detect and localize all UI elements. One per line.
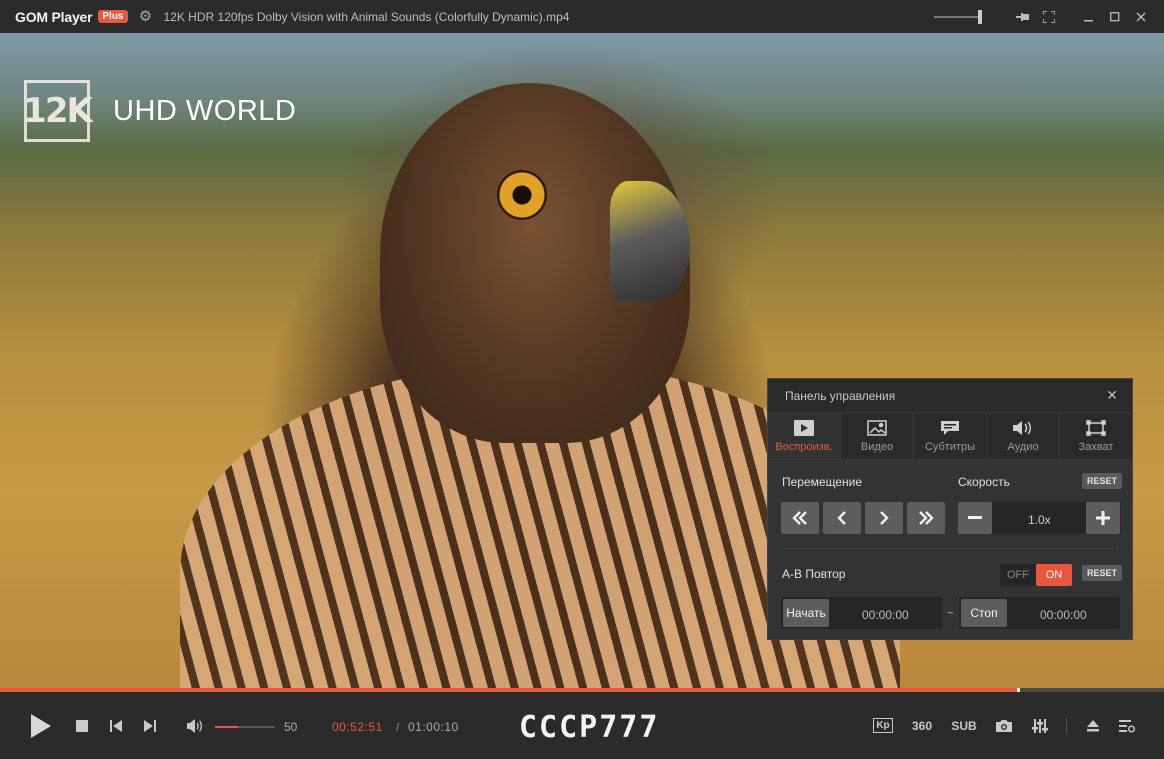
play-button[interactable] [26, 692, 56, 759]
opacity-slider[interactable] [934, 9, 982, 24]
image-icon [867, 419, 887, 438]
subtitles-button[interactable]: SUB [949, 692, 979, 759]
playlist-button[interactable] [1116, 692, 1138, 759]
stop-icon [76, 719, 88, 732]
volume-slider[interactable] [215, 726, 275, 728]
title-bar-controls [934, 0, 1164, 33]
subtitles-icon [940, 420, 960, 438]
skip-back-button[interactable] [823, 502, 861, 534]
skip-forward-button[interactable] [865, 502, 903, 534]
bottom-control-bar: 50 00:52:51 / 01:00:10 СССР777 Kp 360 SU… [0, 692, 1164, 759]
move-label: Перемещение [782, 475, 862, 489]
vr-360-button[interactable]: 360 [909, 692, 935, 759]
close-icon[interactable] [1128, 0, 1154, 33]
ab-range-tilde: ~ [947, 606, 955, 620]
control-panel-header: Панель управления ✕ [768, 379, 1132, 412]
volume-value: 50 [284, 720, 298, 734]
playlist-icon [1119, 719, 1135, 732]
bar-divider [1066, 718, 1067, 734]
eject-icon [1087, 719, 1099, 731]
speaker-icon [1012, 420, 1034, 438]
hawk-eye [497, 170, 547, 220]
ab-repeat-label: A-B Повтор [782, 567, 846, 581]
screenshot-button[interactable] [993, 692, 1015, 759]
tab-label: Видео [860, 440, 894, 453]
speaker-icon [187, 718, 203, 733]
tab-label: Аудио [1007, 440, 1039, 453]
speed-value: 1.0x [1028, 513, 1051, 527]
tab-audio[interactable]: Аудио [987, 413, 1060, 459]
tab-label: Воспроизв. [775, 440, 833, 453]
next-icon [144, 719, 156, 732]
control-panel-tabs: Воспроизв. Видео Субтитры Аудио Захват [768, 412, 1132, 460]
playback-panel-body: Перемещение Скорость RESET 1.0x A-B Повт… [768, 460, 1132, 639]
skip-forward-far-button[interactable] [907, 502, 945, 534]
total-time: 01:00:10 [408, 720, 459, 734]
fullscreen-icon[interactable] [1036, 0, 1062, 33]
sub-icon: SUB [951, 718, 977, 733]
equalizer-icon [1032, 718, 1048, 733]
next-button[interactable] [140, 692, 160, 759]
capture-icon [1086, 419, 1106, 438]
speed-decrease-button[interactable] [958, 502, 992, 534]
tab-subtitles[interactable]: Субтитры [914, 413, 987, 459]
close-icon[interactable]: ✕ [1106, 387, 1118, 404]
overlay-caption: СССР777 [519, 710, 660, 745]
previous-icon [110, 719, 122, 732]
app-logo[interactable]: GOM Player [15, 9, 93, 25]
plus-badge: Plus [98, 10, 128, 23]
play-tab-icon [794, 419, 814, 438]
time-separator: / [396, 720, 400, 734]
control-panel: Панель управления ✕ Воспроизв. Видео Суб… [767, 378, 1133, 640]
maximize-icon[interactable] [1102, 0, 1128, 33]
gear-icon[interactable]: ⚙ [138, 8, 154, 25]
ab-on-option[interactable]: ON [1036, 564, 1072, 586]
skip-back-far-button[interactable] [781, 502, 819, 534]
tab-label: Субтитры [924, 440, 976, 453]
ab-reset-button[interactable]: RESET [1082, 565, 1123, 581]
title-bar: GOM Player Plus ⚙ 12K HDR 120fps Dolby V… [0, 0, 1164, 33]
tab-video[interactable]: Видео [841, 413, 914, 459]
kp-icon: Kp [873, 718, 893, 733]
gom-player-window: GOM Player Plus ⚙ 12K HDR 120fps Dolby V… [0, 0, 1164, 759]
stop-button[interactable] [72, 692, 92, 759]
watermark-uhd-world: UHD WORLD [113, 95, 297, 127]
window-title: 12K HDR 120fps Dolby Vision with Animal … [163, 9, 570, 24]
play-icon [31, 713, 51, 738]
tab-playback[interactable]: Воспроизв. [768, 413, 841, 459]
minimize-icon[interactable] [1076, 0, 1102, 33]
tab-label: Захват [1078, 440, 1114, 453]
vr-360-icon: 360 [911, 718, 933, 733]
volume-slider-level [215, 726, 238, 728]
kinopoisk-button[interactable]: Kp [871, 692, 895, 759]
previous-button[interactable] [106, 692, 126, 759]
panel-divider [781, 548, 1119, 549]
camera-icon [996, 719, 1012, 732]
ab-stop-button[interactable]: Стоп [961, 599, 1007, 627]
pin-icon[interactable] [1010, 0, 1036, 33]
opacity-slider-knob[interactable] [978, 9, 982, 24]
speed-label: Скорость [958, 475, 1010, 489]
tab-capture[interactable]: Захват [1060, 413, 1132, 459]
volume-button[interactable] [183, 692, 207, 759]
control-panel-button[interactable] [1029, 692, 1051, 759]
open-file-button[interactable] [1082, 692, 1104, 759]
ab-repeat-toggle[interactable]: OFF ON [1000, 564, 1072, 586]
speed-increase-button[interactable] [1086, 502, 1120, 534]
watermark-12k-badge: 12K [23, 80, 93, 142]
ab-start-button[interactable]: Начать [783, 599, 829, 627]
ab-start-time: 00:00:00 [862, 608, 909, 622]
ab-stop-time: 00:00:00 [1040, 608, 1087, 622]
control-panel-title: Панель управления [785, 388, 896, 403]
current-time: 00:52:51 [332, 720, 383, 734]
ab-off-option[interactable]: OFF [1000, 564, 1036, 586]
speed-reset-button[interactable]: RESET [1082, 473, 1123, 489]
